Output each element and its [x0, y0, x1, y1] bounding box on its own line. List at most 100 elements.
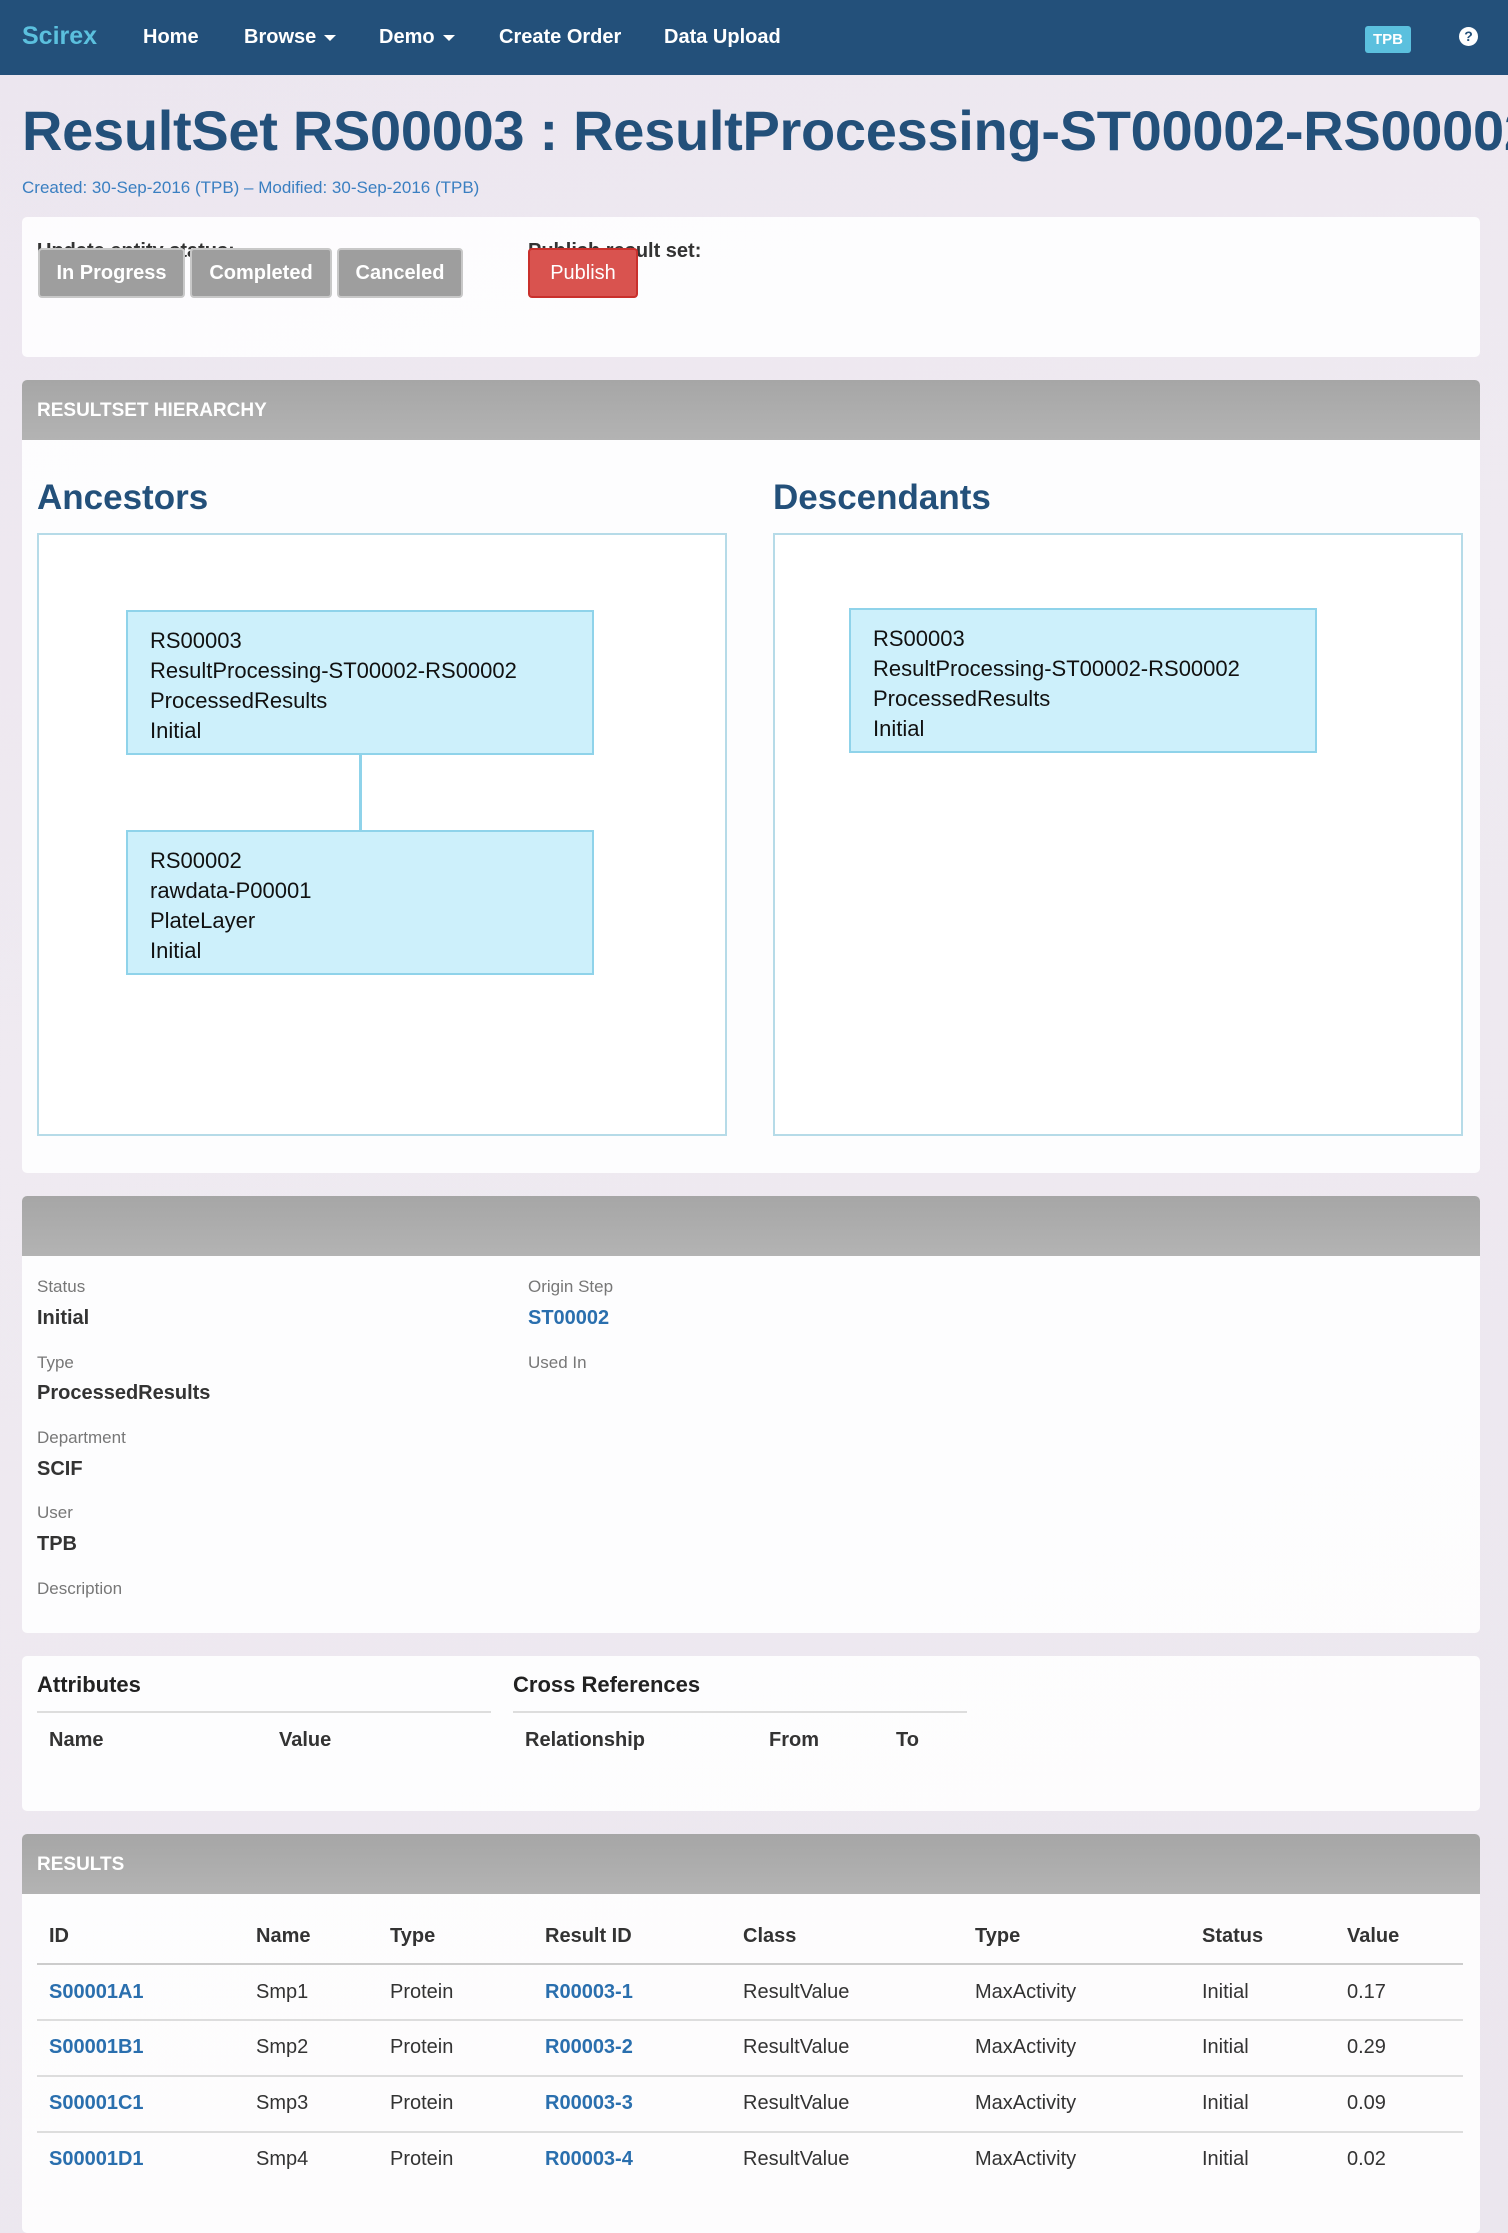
nav-home[interactable]: Home: [143, 26, 199, 49]
node-name: ResultProcessing-ST00002-RS00002: [873, 656, 1240, 681]
result-value: 0.02: [1347, 2148, 1386, 2170]
row-divider: [37, 2131, 1463, 2133]
nav-demo-label: Demo: [379, 26, 435, 48]
result-id-link[interactable]: R00003-1: [545, 1981, 633, 2004]
sample-name: Smp1: [256, 1981, 309, 2003]
row-divider: [37, 2019, 1463, 2021]
results-col-result-id: Result ID: [545, 1925, 632, 1947]
descendants-tree: RS00003 ResultProcessing-ST00002-RS00002…: [773, 533, 1463, 1136]
used-in-label: Used In: [528, 1353, 587, 1372]
sample-type: Protein: [390, 2036, 454, 2058]
xref-col-relationship: Relationship: [525, 1729, 646, 1751]
nav-create-order[interactable]: Create Order: [499, 26, 621, 49]
nav-home-label: Home: [143, 26, 199, 48]
completed-button[interactable]: Completed: [190, 248, 332, 298]
result-class: ResultValue: [743, 2148, 850, 2170]
origin-step-label: Origin Step: [528, 1277, 614, 1296]
created-modified-info: Created: 30-Sep-2016 (TPB) – Modified: 3…: [22, 178, 480, 197]
status-label: Status: [37, 1277, 86, 1296]
result-value: 0.09: [1347, 2092, 1386, 2114]
sample-name: Smp2: [256, 2036, 309, 2058]
result-class: ResultValue: [743, 2092, 850, 2114]
help-icon[interactable]: ?: [1459, 27, 1478, 46]
xref-col-from: From: [769, 1729, 819, 1751]
ancestors-title: Ancestors: [37, 478, 209, 517]
details-panel: [22, 1196, 1480, 1633]
results-panel: RESULTS: [22, 1834, 1480, 2233]
descendants-title: Descendants: [773, 478, 991, 517]
result-class: ResultValue: [743, 2036, 850, 2058]
result-value: 0.29: [1347, 2036, 1386, 2058]
result-status: Initial: [1202, 2092, 1249, 2114]
in-progress-button[interactable]: In Progress: [38, 248, 185, 298]
sample-id-link[interactable]: S00001C1: [49, 2092, 144, 2115]
node-id: RS00003: [873, 626, 965, 651]
node-id: RS00002: [150, 848, 242, 873]
result-type: MaxActivity: [975, 1981, 1077, 2003]
result-class: ResultValue: [743, 1981, 850, 2003]
result-value: 0.17: [1347, 1981, 1386, 2003]
sample-name: Smp3: [256, 2092, 309, 2114]
department-label: Department: [37, 1428, 126, 1447]
details-heading: [22, 1196, 1480, 1256]
nav-data-upload[interactable]: Data Upload: [664, 26, 781, 49]
results-header-divider: [37, 1963, 1463, 1965]
results-col-status: Status: [1202, 1925, 1264, 1947]
row-divider: [37, 2075, 1463, 2077]
page-title: ResultSet RS00003 : ResultProcessing-ST0…: [22, 99, 1508, 162]
results-col-class: Class: [743, 1925, 797, 1947]
result-status: Initial: [1202, 2148, 1249, 2170]
xref-col-to: To: [896, 1729, 919, 1751]
node-name: rawdata-P00001: [150, 878, 312, 903]
type-value: ProcessedResults: [37, 1382, 211, 1404]
result-type: MaxActivity: [975, 2148, 1077, 2170]
result-status: Initial: [1202, 1981, 1249, 2003]
sample-id-link[interactable]: S00001D1: [49, 2148, 144, 2171]
nav-demo[interactable]: Demo: [379, 26, 455, 49]
nav-browse-label: Browse: [244, 26, 317, 48]
result-type: MaxActivity: [975, 2036, 1077, 2058]
type-label: Type: [37, 1353, 74, 1372]
results-heading: RESULTS: [22, 1834, 1480, 1894]
tree-node[interactable]: RS00003 ResultProcessing-ST00002-RS00002…: [849, 608, 1317, 753]
attributes-title: Attributes: [37, 1672, 141, 1697]
top-navbar: Scirex Home Browse Demo Create Order Dat…: [0, 0, 1508, 75]
sample-type: Protein: [390, 2092, 454, 2114]
results-col-name: Name: [256, 1925, 311, 1947]
hierarchy-heading: RESULTSET HIERARCHY: [22, 380, 1480, 440]
sample-type: Protein: [390, 2148, 454, 2170]
result-id-link[interactable]: R00003-3: [545, 2092, 633, 2115]
ancestors-tree: RS00003 ResultProcessing-ST00002-RS00002…: [37, 533, 727, 1136]
origin-step-link[interactable]: ST00002: [528, 1307, 609, 1330]
user-value: TPB: [37, 1533, 77, 1555]
nav-browse[interactable]: Browse: [244, 26, 337, 49]
attributes-col-value: Value: [279, 1729, 332, 1751]
cross-references-title: Cross References: [513, 1672, 701, 1697]
attributes-panel: [22, 1656, 1480, 1811]
attributes-col-name: Name: [49, 1729, 104, 1751]
user-label: User: [37, 1503, 73, 1522]
node-status: Initial: [150, 718, 202, 743]
publish-button[interactable]: Publish: [528, 248, 638, 298]
results-col-id: ID: [49, 1925, 69, 1947]
result-status: Initial: [1202, 2036, 1249, 2058]
canceled-button[interactable]: Canceled: [337, 248, 463, 298]
node-type: PlateLayer: [150, 908, 256, 933]
node-status: Initial: [873, 716, 925, 741]
node-id: RS00003: [150, 628, 242, 653]
tree-node[interactable]: RS00003 ResultProcessing-ST00002-RS00002…: [126, 610, 594, 755]
result-id-link[interactable]: R00003-2: [545, 2036, 633, 2059]
tree-node[interactable]: RS00002 rawdata-P00001 PlateLayer Initia…: [126, 830, 594, 975]
sample-id-link[interactable]: S00001B1: [49, 2036, 144, 2059]
brand-logo[interactable]: Scirex: [22, 22, 97, 51]
tree-connector: [359, 755, 362, 830]
department-value: SCIF: [37, 1458, 83, 1480]
results-col-type: Type: [390, 1925, 436, 1947]
sample-id-link[interactable]: S00001A1: [49, 1981, 144, 2004]
user-badge[interactable]: TPB: [1365, 26, 1411, 53]
result-type: MaxActivity: [975, 2092, 1077, 2114]
sample-type: Protein: [390, 1981, 454, 2003]
node-name: ResultProcessing-ST00002-RS00002: [150, 658, 517, 683]
result-id-link[interactable]: R00003-4: [545, 2148, 633, 2171]
node-type: ProcessedResults: [873, 686, 1051, 711]
